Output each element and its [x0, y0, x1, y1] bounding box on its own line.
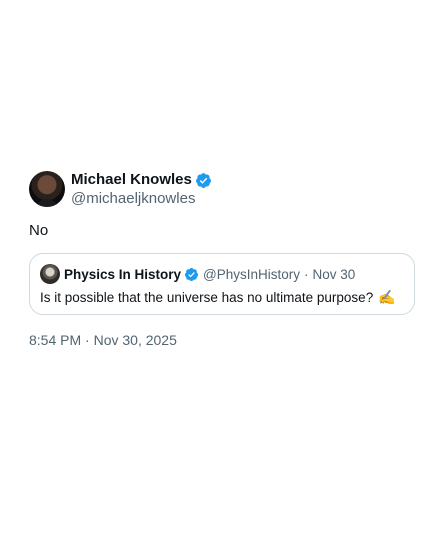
quoted-tweet-card[interactable]: Physics In History @PhysInHistory · Nov …	[29, 253, 415, 315]
quoted-tweet-body: Is it possible that the universe has no …	[40, 289, 402, 307]
tweet-timestamp[interactable]: 8:54 PM · Nov 30, 2025	[29, 331, 419, 349]
tweet-text: No	[29, 222, 49, 239]
author-display-name[interactable]: Michael Knowles	[71, 170, 192, 190]
quoted-tweet-header: Physics In History @PhysInHistory · Nov …	[40, 264, 402, 284]
quoted-author-avatar[interactable]	[40, 264, 60, 284]
author-text-block: Michael Knowles @michaeljknowles	[71, 170, 212, 208]
quoted-verified-badge-icon	[184, 267, 199, 281]
author-name-line: Michael Knowles	[71, 170, 212, 190]
quoted-meta-separator: ·	[304, 266, 309, 282]
tweet-card: Michael Knowles @michaeljknowles No Phys…	[29, 170, 419, 349]
quoted-tweet-date[interactable]: Nov 30	[313, 267, 356, 282]
author-avatar[interactable]	[29, 171, 65, 207]
author-handle[interactable]: @michaeljknowles	[71, 190, 212, 208]
tweet-author-row: Michael Knowles @michaeljknowles	[29, 170, 419, 208]
quoted-author-display-name[interactable]: Physics In History	[64, 267, 181, 282]
quoted-tweet-text: Is it possible that the universe has no …	[40, 290, 374, 305]
verified-badge-icon	[195, 172, 211, 188]
quoted-author-handle[interactable]: @PhysInHistory	[203, 267, 300, 282]
writing-hand-emoji-icon: ✍️	[378, 290, 396, 306]
